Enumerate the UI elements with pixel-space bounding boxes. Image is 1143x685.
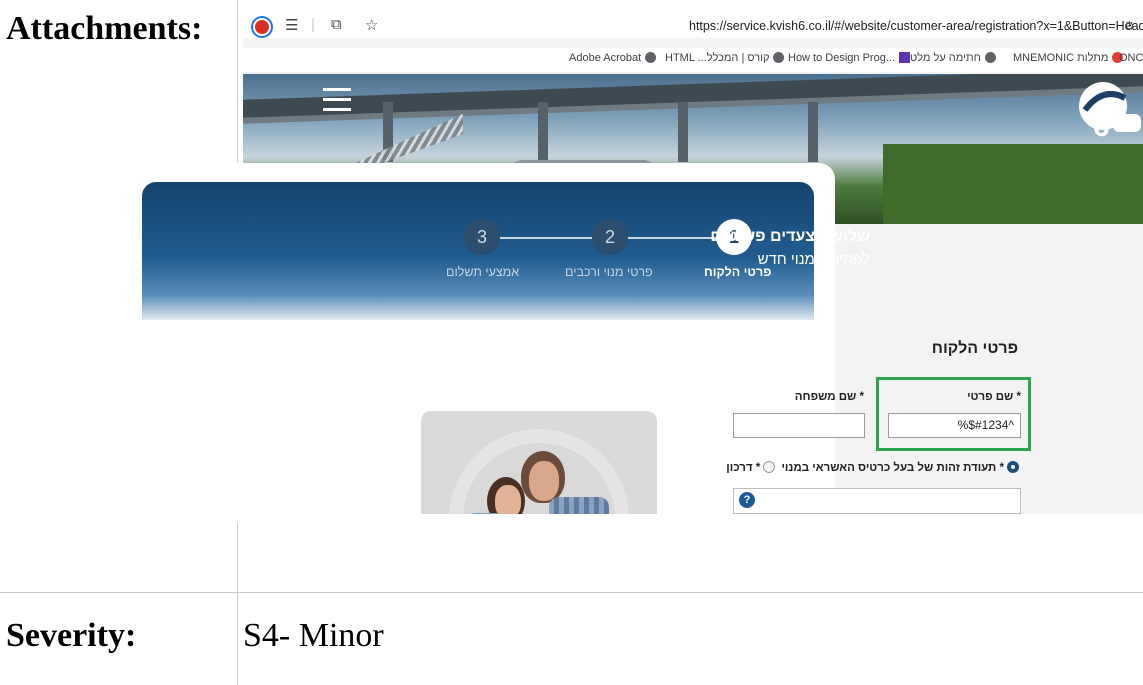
steps-subtitle: לפתיחת מנוי חדש: [757, 251, 870, 268]
bridge-pillar: [678, 102, 688, 162]
id-radio[interactable]: [1007, 461, 1019, 473]
page-gap: [243, 514, 1143, 591]
row-divider: [0, 592, 1143, 593]
grass-shape: [883, 144, 1143, 224]
couple-photo: [421, 411, 657, 521]
kvish6-logo: 6: [1079, 82, 1141, 140]
severity-value: S4- Minor: [243, 617, 384, 654]
id-number-input[interactable]: [733, 488, 1021, 514]
id-type-radio-group: * תעודת זהות של בעל כרטיס האשראי במנוי *…: [726, 461, 1022, 474]
bridge-pillar: [808, 102, 818, 162]
passport-option-label: * דרכון: [726, 462, 761, 474]
hamburger-menu-icon[interactable]: [323, 88, 351, 118]
attachments-label: Attachments:: [6, 10, 203, 47]
svg-text:6: 6: [1093, 110, 1110, 140]
step-3-circle[interactable]: 3: [464, 219, 500, 255]
passport-radio[interactable]: [763, 461, 776, 473]
last-name-input[interactable]: [733, 413, 865, 438]
step-3-label: אמצעי תשלום: [446, 265, 520, 279]
bridge-pillar: [538, 102, 548, 162]
highlight-box: [876, 377, 1031, 451]
step-2-circle[interactable]: 2: [592, 219, 628, 255]
section-title: פרטי הלקוח: [931, 340, 1018, 357]
photo-face: [529, 461, 559, 501]
id-option-label: * תעודת זהות של בעל כרטיס האשראי במנוי: [781, 462, 1004, 474]
steps-title: שלושה צעדים פשוטים: [710, 228, 870, 245]
severity-label: Severity:: [6, 617, 137, 654]
help-icon[interactable]: ?: [739, 492, 755, 508]
last-name-label: * שם משפחה: [794, 391, 864, 403]
step-2-label: פרטי מנוי ורכבים: [565, 265, 653, 279]
